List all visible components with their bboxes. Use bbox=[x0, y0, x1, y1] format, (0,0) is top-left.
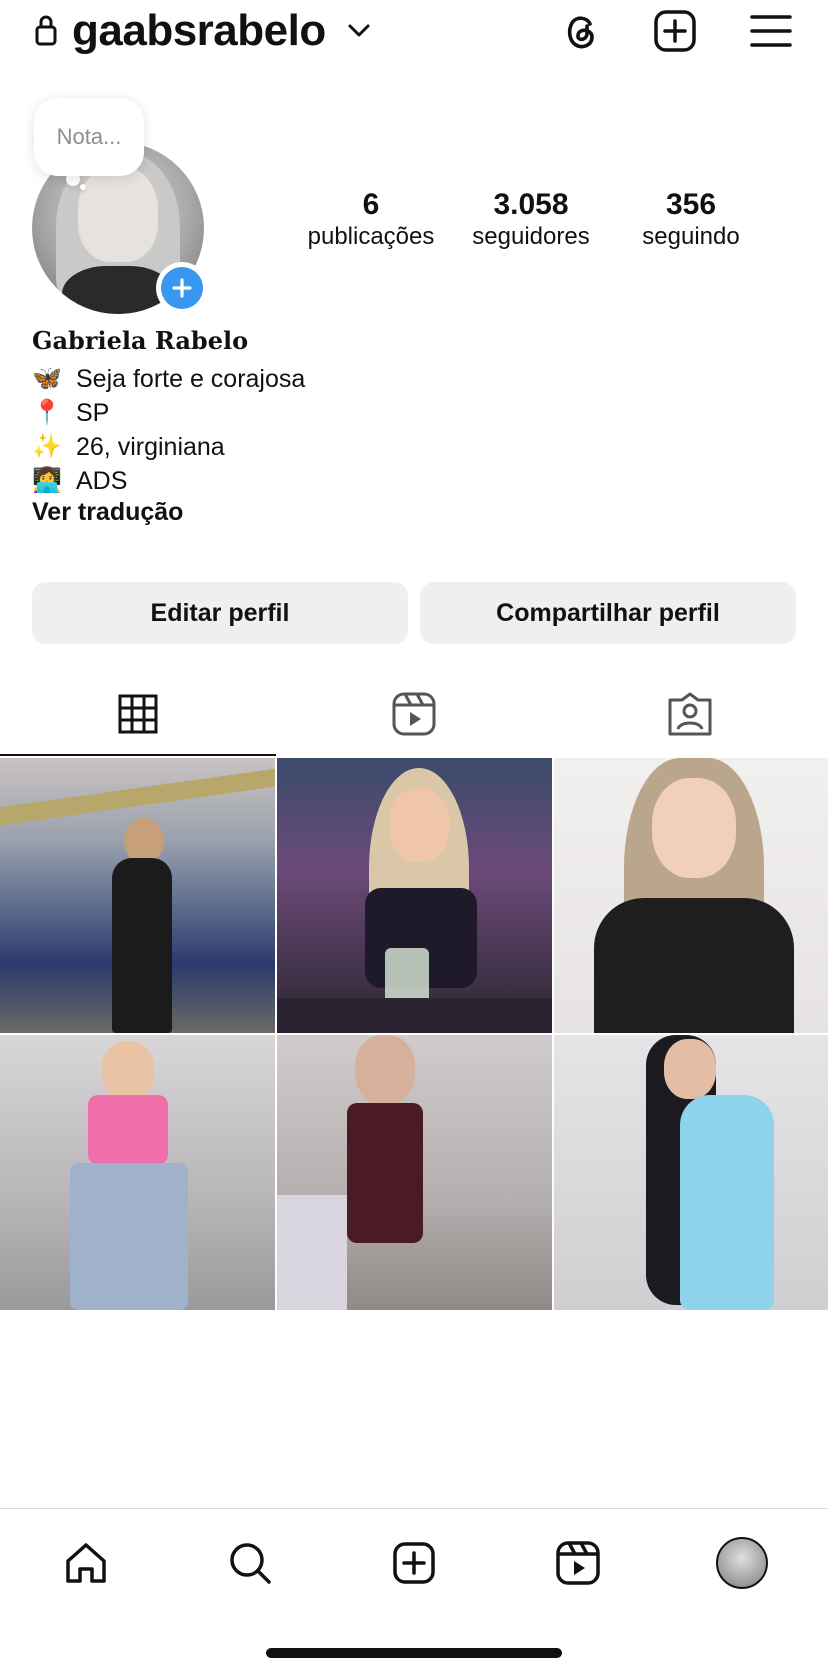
bio-text: ADS bbox=[76, 467, 128, 495]
nav-search[interactable] bbox=[220, 1533, 280, 1593]
chevron-down-icon[interactable] bbox=[346, 20, 372, 40]
bio-text: SP bbox=[76, 399, 110, 427]
threads-button[interactable] bbox=[556, 6, 606, 56]
post-tile[interactable] bbox=[277, 758, 552, 1033]
tagged-icon bbox=[668, 692, 712, 736]
lock-icon bbox=[35, 15, 57, 46]
stat-posts-count: 6 bbox=[362, 188, 380, 221]
stat-followers-count: 3.058 bbox=[493, 188, 569, 221]
post-tile[interactable] bbox=[0, 1035, 275, 1310]
search-icon bbox=[230, 1543, 271, 1584]
add-story-button[interactable] bbox=[156, 262, 208, 314]
profile-avatar bbox=[716, 1537, 768, 1589]
share-profile-button[interactable]: Compartilhar perfil bbox=[420, 582, 796, 644]
post-person-dress bbox=[347, 1103, 423, 1243]
note-bubble-tail-small bbox=[80, 184, 86, 190]
post-person-face bbox=[652, 778, 736, 878]
stat-following-count: 356 bbox=[665, 188, 717, 221]
home-icon bbox=[66, 1543, 106, 1583]
profile-full-name: Gabriela Rabelo bbox=[32, 326, 249, 355]
add-post-icon bbox=[654, 10, 696, 52]
stat-posts[interactable]: 6 publicações bbox=[296, 188, 446, 252]
post-drink bbox=[385, 948, 429, 1004]
post-table bbox=[277, 998, 552, 1033]
sparkles-icon: ✨ bbox=[32, 433, 62, 460]
post-tile[interactable] bbox=[554, 1035, 828, 1310]
post-person-face bbox=[102, 1041, 154, 1101]
butterfly-icon: 🦋 bbox=[32, 365, 62, 392]
tab-reels[interactable] bbox=[276, 672, 552, 756]
post-person-face bbox=[664, 1039, 716, 1099]
stat-followers-label: seguidores bbox=[472, 223, 590, 250]
post-person-body bbox=[112, 858, 172, 1033]
menu-icon bbox=[750, 15, 792, 47]
post-person-face bbox=[355, 1035, 415, 1105]
bio-line: ✨ 26, virginiana bbox=[32, 430, 225, 464]
note-bubble[interactable]: Nota... bbox=[34, 98, 144, 176]
home-indicator bbox=[266, 1648, 562, 1658]
stat-followers[interactable]: 3.058 seguidores bbox=[456, 188, 606, 252]
bio-line: 📍 SP bbox=[32, 396, 109, 430]
stat-following[interactable]: 356 seguindo bbox=[616, 188, 766, 252]
post-railing bbox=[0, 768, 275, 826]
post-person-top bbox=[88, 1095, 168, 1165]
reels-icon bbox=[392, 692, 436, 736]
post-bed bbox=[277, 1195, 347, 1310]
post-tile[interactable] bbox=[0, 758, 275, 1033]
tab-tagged[interactable] bbox=[552, 672, 828, 756]
profile-tabs bbox=[0, 672, 828, 756]
see-translation-link[interactable]: Ver tradução bbox=[32, 498, 183, 527]
nav-profile[interactable] bbox=[712, 1533, 772, 1593]
grid-icon bbox=[118, 694, 158, 734]
nav-home[interactable] bbox=[56, 1533, 116, 1593]
post-tile[interactable] bbox=[554, 758, 828, 1033]
bio-line: 🦋 Seja forte e corajosa bbox=[32, 362, 305, 396]
threads-icon bbox=[567, 16, 594, 49]
bottom-navigation bbox=[0, 1508, 828, 1618]
post-person-face bbox=[389, 788, 449, 862]
edit-profile-button[interactable]: Editar perfil bbox=[32, 582, 408, 644]
tab-posts-grid[interactable] bbox=[0, 672, 276, 756]
top-bar: gaabsrabelo bbox=[0, 0, 828, 64]
reels-icon bbox=[556, 1541, 600, 1585]
active-tab-indicator bbox=[0, 754, 276, 756]
post-person-jeans bbox=[70, 1163, 188, 1310]
bio-text: Seja forte e corajosa bbox=[76, 365, 306, 393]
avatar-face bbox=[78, 166, 158, 262]
technologist-icon: 👩‍💻 bbox=[32, 467, 62, 494]
bio-text: 26, virginiana bbox=[76, 433, 225, 461]
note-placeholder: Nota... bbox=[56, 124, 122, 149]
post-tile[interactable] bbox=[277, 1035, 552, 1310]
menu-button[interactable] bbox=[746, 6, 796, 56]
stat-posts-label: publicações bbox=[307, 223, 435, 250]
bio-line: 👩‍💻 ADS bbox=[32, 464, 127, 498]
nav-create[interactable] bbox=[384, 1533, 444, 1593]
profile-username[interactable]: gaabsrabelo bbox=[72, 6, 326, 56]
nav-reels[interactable] bbox=[548, 1533, 608, 1593]
plus-icon bbox=[161, 267, 203, 309]
add-post-button[interactable] bbox=[650, 6, 700, 56]
create-icon bbox=[393, 1542, 435, 1584]
post-person-body bbox=[594, 898, 794, 1033]
pin-icon: 📍 bbox=[32, 399, 62, 426]
post-person-dress bbox=[680, 1095, 774, 1310]
stat-following-label: seguindo bbox=[642, 223, 740, 250]
